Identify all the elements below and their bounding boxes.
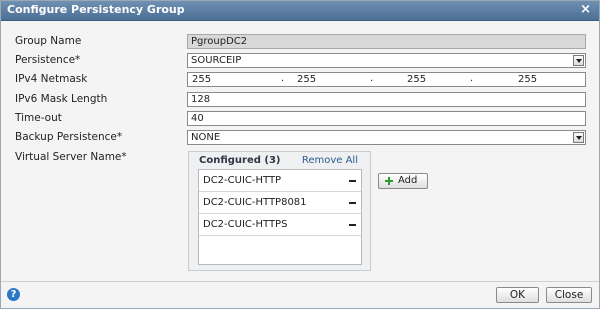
ipv6-mask-length-value: 128 — [191, 94, 211, 105]
ipv6-mask-length-input[interactable]: 128 — [187, 92, 586, 107]
list-item: DC2-CUIC-HTTPS — [199, 214, 361, 236]
minus-icon[interactable] — [349, 180, 356, 182]
dialog-titlebar: Configure Persistency Group × — [1, 1, 599, 21]
group-name-field: PgroupDC2 — [187, 34, 586, 49]
minus-icon[interactable] — [349, 224, 356, 226]
chevron-down-icon[interactable] — [573, 55, 584, 66]
close-button[interactable]: Close — [546, 287, 592, 303]
persistence-label: Persistence* — [15, 54, 81, 66]
timeout-value: 40 — [191, 113, 204, 124]
ipv4-octet-3[interactable]: 255 — [407, 73, 426, 86]
backup-persistence-select[interactable]: NONE — [187, 130, 586, 145]
list-item: DC2-CUIC-HTTP — [199, 170, 361, 192]
timeout-input[interactable]: 40 — [187, 111, 586, 126]
backup-persistence-label: Backup Persistence* — [15, 131, 123, 143]
plus-icon — [385, 177, 393, 185]
configure-persistency-group-dialog: Configure Persistency Group × Group Name… — [0, 0, 600, 309]
configured-virtual-server-list: DC2-CUIC-HTTP DC2-CUIC-HTTP8081 DC2-CUIC… — [198, 169, 362, 265]
virtual-server-panel: Configured (3) Remove All DC2-CUIC-HTTP … — [188, 151, 371, 271]
virtual-server-label: DC2-CUIC-HTTP8081 — [203, 197, 307, 208]
list-item: DC2-CUIC-HTTP8081 — [199, 192, 361, 214]
virtual-server-name-label: Virtual Server Name* — [15, 151, 127, 163]
ipv4-dot-1: . — [281, 73, 285, 84]
close-icon[interactable]: × — [580, 2, 591, 17]
chevron-down-icon[interactable] — [573, 132, 584, 143]
add-button-label: Add — [398, 175, 418, 186]
persistence-select[interactable]: SOURCEIP — [187, 53, 586, 68]
ipv4-dot-3: . — [470, 73, 474, 84]
add-virtual-server-button[interactable]: Add — [378, 173, 428, 189]
backup-persistence-value: NONE — [191, 132, 221, 143]
configured-count-header: Configured (3) — [199, 155, 281, 166]
ipv4-octet-4[interactable]: 255 — [518, 73, 537, 86]
ipv4-octet-1[interactable]: 255 — [192, 73, 211, 86]
ipv4-netmask-label: IPv4 Netmask — [15, 73, 88, 85]
ipv6-mask-length-label: IPv6 Mask Length — [15, 93, 108, 105]
dialog-title: Configure Persistency Group — [7, 3, 185, 16]
ipv4-dot-2: . — [370, 73, 374, 84]
ipv4-netmask-input[interactable]: 255 . 255 . 255 . 255 — [187, 72, 586, 87]
minus-icon[interactable] — [349, 202, 356, 204]
timeout-label: Time-out — [15, 112, 62, 124]
ipv4-octet-2[interactable]: 255 — [297, 73, 316, 86]
remove-all-link[interactable]: Remove All — [302, 155, 358, 166]
group-name-value: PgroupDC2 — [191, 36, 248, 47]
virtual-server-label: DC2-CUIC-HTTP — [203, 175, 282, 186]
footer-divider — [1, 281, 599, 282]
ok-button[interactable]: OK — [496, 287, 539, 303]
group-name-label: Group Name — [15, 35, 82, 47]
virtual-server-label: DC2-CUIC-HTTPS — [203, 219, 288, 230]
persistence-value: SOURCEIP — [191, 55, 242, 66]
help-icon[interactable]: ? — [7, 288, 20, 301]
